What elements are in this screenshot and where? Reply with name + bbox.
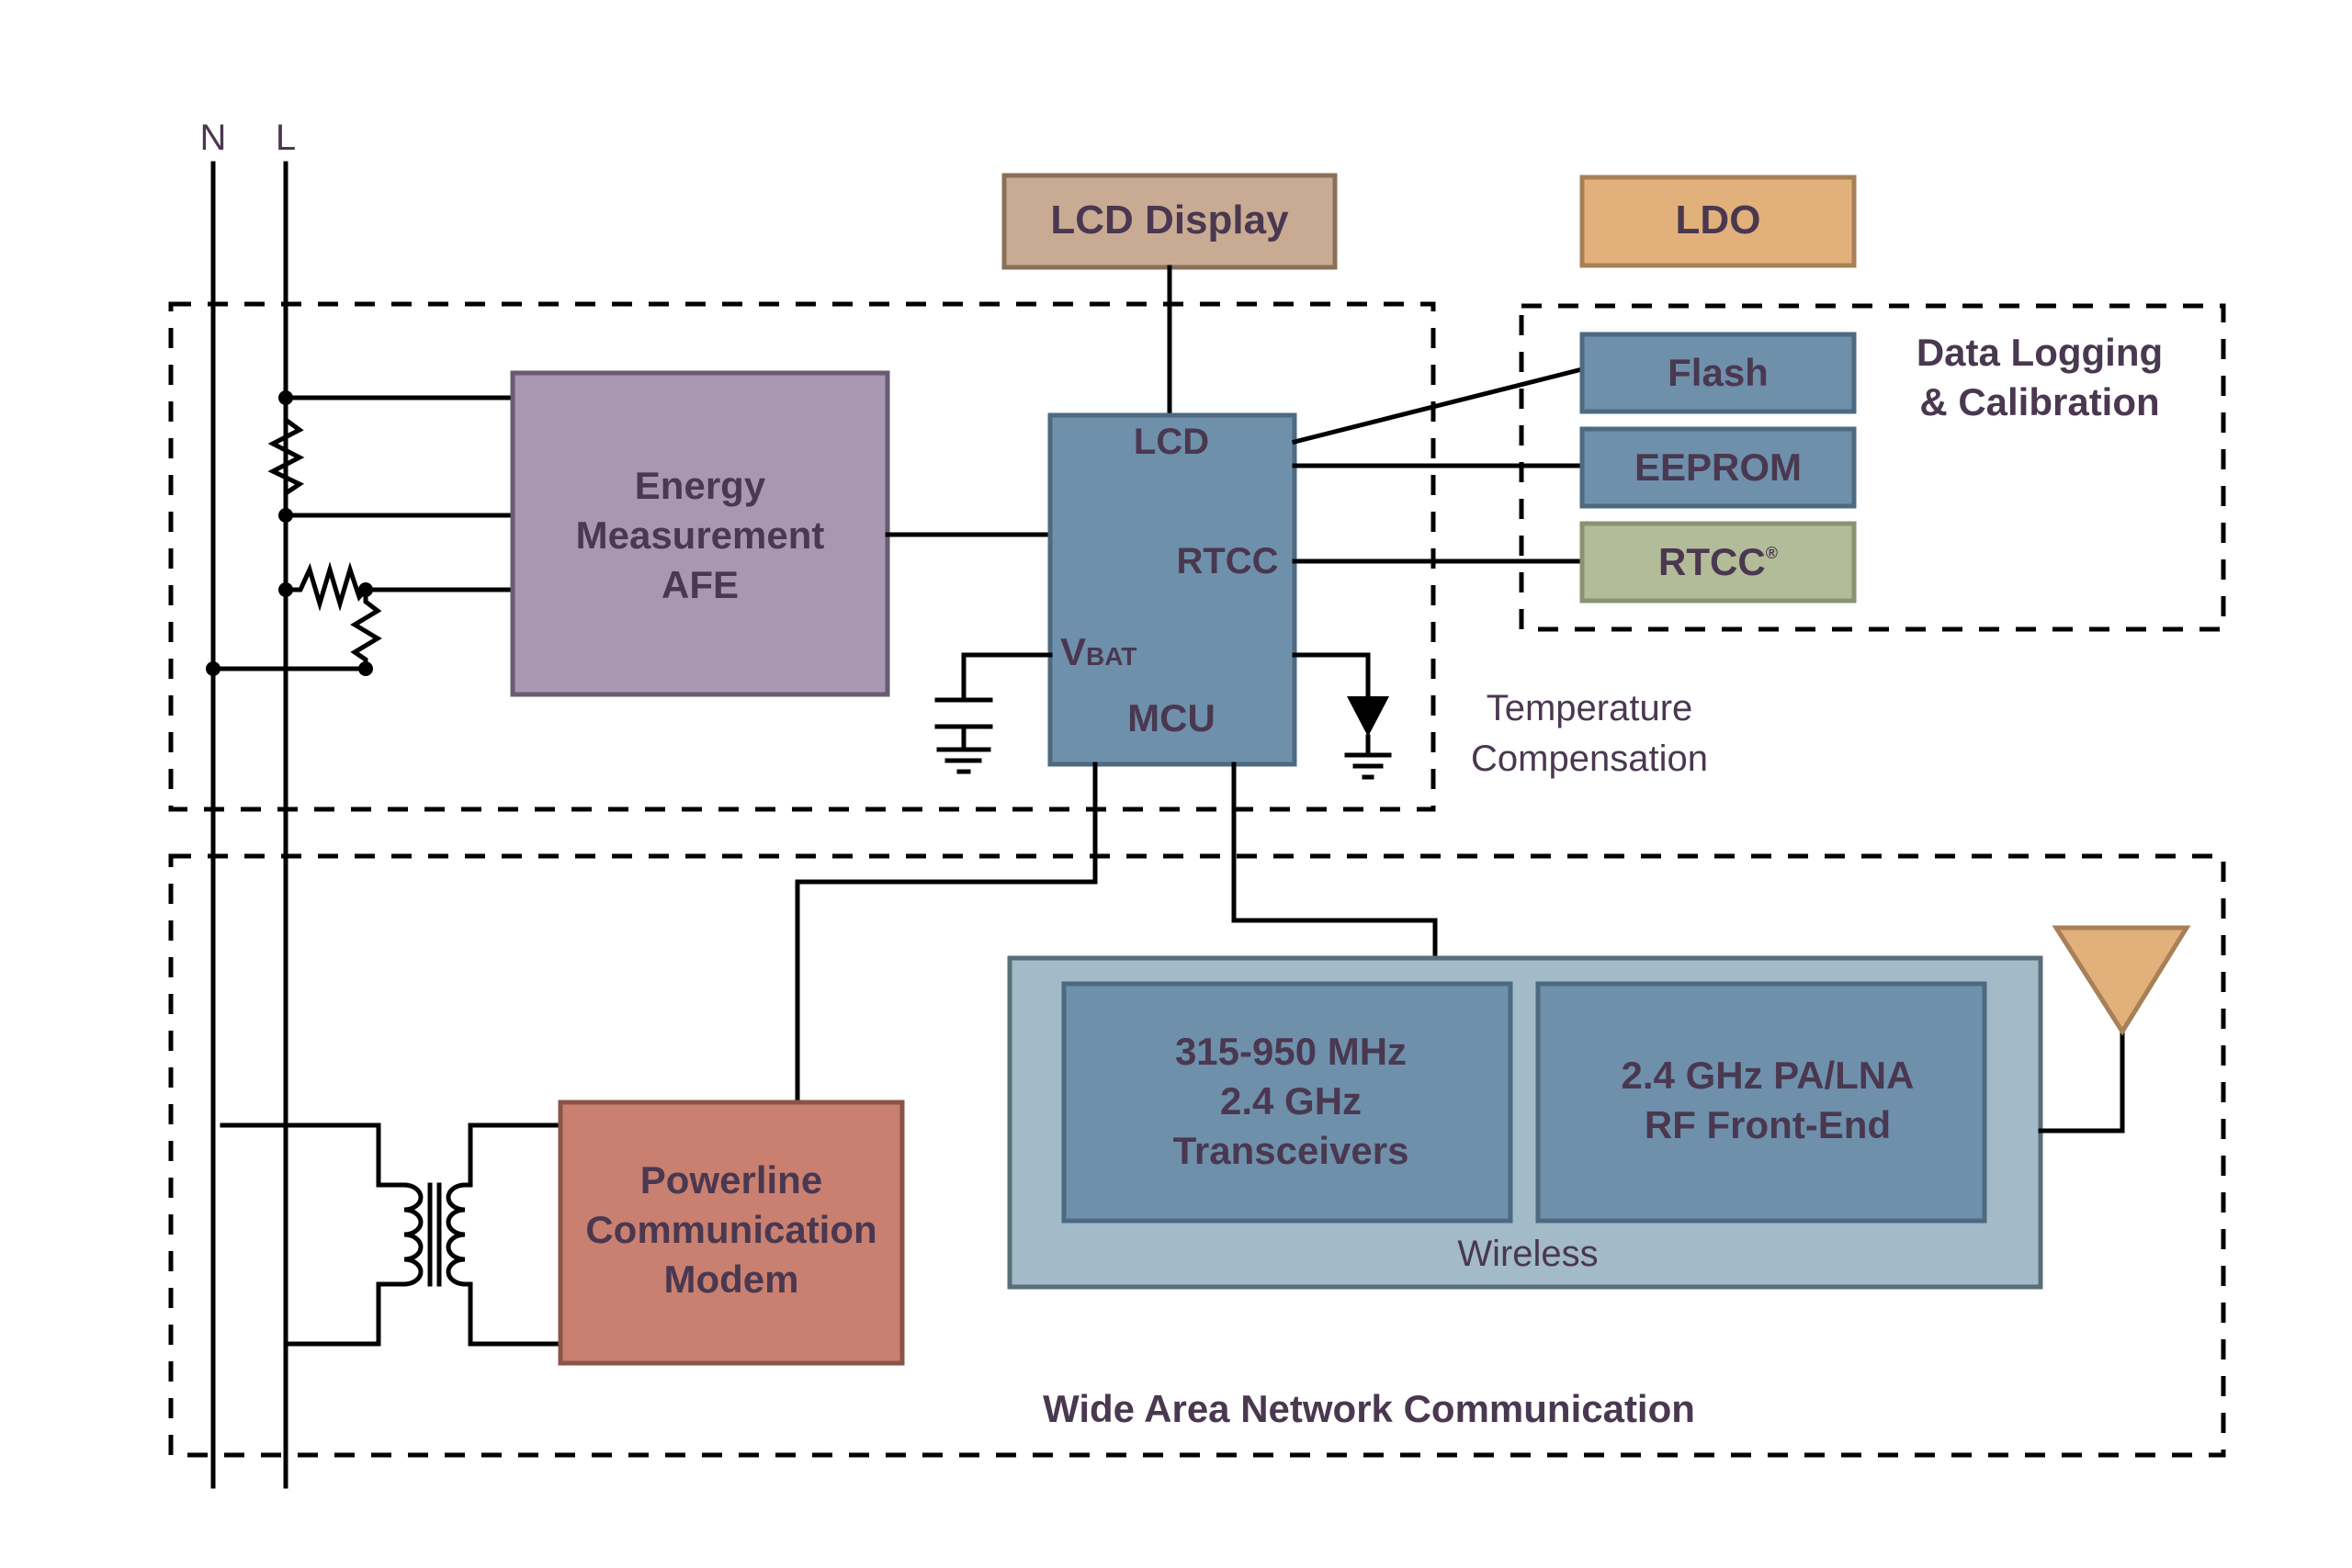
mcu-to-wireless-wire: [1231, 761, 1438, 961]
transceivers-label-line-2: 2.4 GHz: [1220, 1079, 1362, 1122]
rf-front-end-label-line-2: RF Front-End: [1645, 1103, 1891, 1146]
mcu-pin-rtcc-label: RTCC: [1176, 541, 1278, 581]
transceivers-label-line-1: 315-950 MHz: [1175, 1030, 1407, 1073]
modem-label-line-2: Communication: [585, 1208, 876, 1251]
energy-measurement-afe-block: Energy Measurement AFE: [510, 370, 890, 697]
data-logging-label-line-1: Data Logging: [1917, 331, 2163, 374]
battery-circuit: [934, 652, 1053, 774]
afe-label-line-3: AFE: [662, 563, 739, 606]
temperature-compensation-line-1: Temperature: [1487, 688, 1693, 728]
eeprom-block: EEPROM: [1579, 426, 1857, 509]
ldo-block: LDO: [1579, 175, 1857, 268]
mcu-label: MCU: [1127, 696, 1216, 739]
diode-icon: [1347, 696, 1389, 737]
powerline-modem-block: Powerline Communication Modem: [558, 1100, 905, 1366]
antenna-feed-wire: [2038, 1031, 2125, 1134]
wireless-block: 315-950 MHz 2.4 GHz Transceivers 2.4 GHz…: [1007, 955, 2043, 1290]
rtcc-block: RTCC®: [1579, 521, 1857, 604]
rf-front-end-label-line-1: 2.4 GHz PA/LNA: [1622, 1054, 1915, 1097]
line-rail-label: L: [276, 118, 296, 158]
transformer-icon: [220, 1122, 563, 1347]
ground-icon: [936, 747, 991, 774]
modem-label-line-1: Powerline: [640, 1158, 822, 1201]
wireless-label: Wireless: [1457, 1234, 1598, 1274]
rf-front-end-block: [1535, 981, 1987, 1224]
ground-icon: [1344, 752, 1392, 780]
lcd-display-block: LCD Display: [1001, 173, 1338, 270]
neutral-rail-label: N: [200, 118, 227, 158]
afe-label-line-2: Measurement: [576, 513, 825, 557]
ldo-label: LDO: [1676, 197, 1761, 243]
mcu-to-flash-wire: [1291, 366, 1586, 446]
resistor-icon: [350, 587, 382, 671]
flash-label: Flash: [1668, 351, 1769, 394]
eeprom-label: EEPROM: [1634, 446, 1802, 489]
temperature-compensation-line-2: Compensation: [1471, 739, 1708, 779]
flash-block: Flash: [1579, 332, 1857, 414]
transceivers-label-line-3: Transceivers: [1173, 1129, 1409, 1172]
resistor-icon: [283, 561, 369, 612]
data-logging-label-line-2: & Calibration: [1919, 380, 2159, 423]
lcd-display-label: LCD Display: [1050, 197, 1289, 243]
mcu-block: LCD RTCC VBAT MCU: [1047, 412, 1297, 767]
smart-meter-block-diagram: N L LCD Display LDO Energy Measurement A…: [168, 118, 2226, 1489]
diode-circuit: [1292, 652, 1392, 780]
wan-group-label: Wide Area Network Communication: [1043, 1387, 1695, 1430]
antenna-icon: [2052, 925, 2191, 1036]
sensing-network: [206, 390, 515, 676]
rtcc-label: RTCC®: [1658, 540, 1778, 583]
modem-label-line-3: Modem: [664, 1258, 799, 1301]
mcu-pin-lcd-label: LCD: [1134, 422, 1209, 462]
afe-label-line-1: Energy: [635, 464, 766, 507]
